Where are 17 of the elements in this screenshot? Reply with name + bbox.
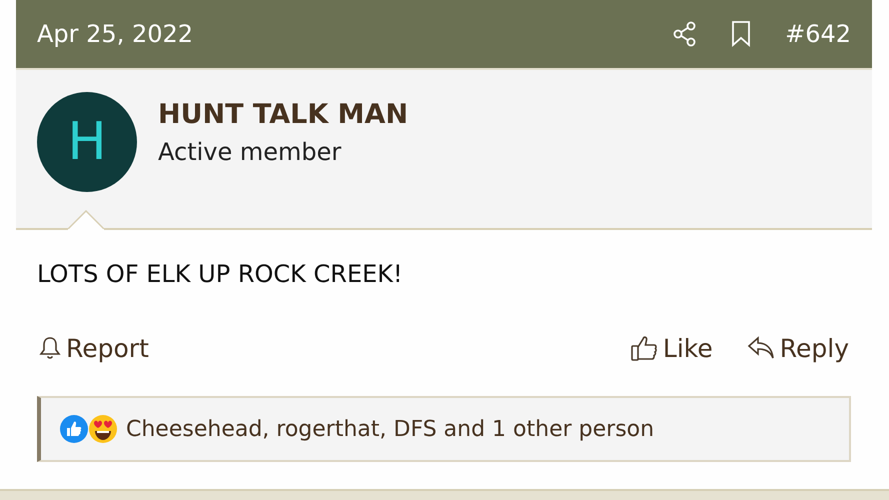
post-number[interactable]: #642	[785, 20, 851, 48]
reply-arrow-icon	[746, 335, 775, 361]
reaction-list[interactable]: Cheesehead, rogerthat, DFS and 1 other person	[126, 416, 654, 442]
bookmark-icon[interactable]	[731, 21, 752, 47]
member-title: Active member	[158, 138, 342, 166]
reply-button[interactable]: Reply	[746, 334, 849, 362]
avatar[interactable]: H	[37, 92, 137, 192]
thumbs-up-icon	[630, 334, 658, 362]
post-date[interactable]: Apr 25, 2022	[37, 20, 674, 48]
like-reaction-icon	[59, 414, 89, 444]
bell-icon	[39, 336, 61, 360]
share-icon[interactable]	[673, 21, 698, 47]
heart-eyes-reaction-icon	[88, 414, 118, 444]
like-button[interactable]: Like	[630, 334, 713, 362]
report-button[interactable]: Report	[39, 334, 149, 362]
post-message: LOTS OF ELK UP ROCK CREEK!	[36, 259, 404, 290]
author-name[interactable]: HUNT TALK MAN	[158, 99, 408, 130]
